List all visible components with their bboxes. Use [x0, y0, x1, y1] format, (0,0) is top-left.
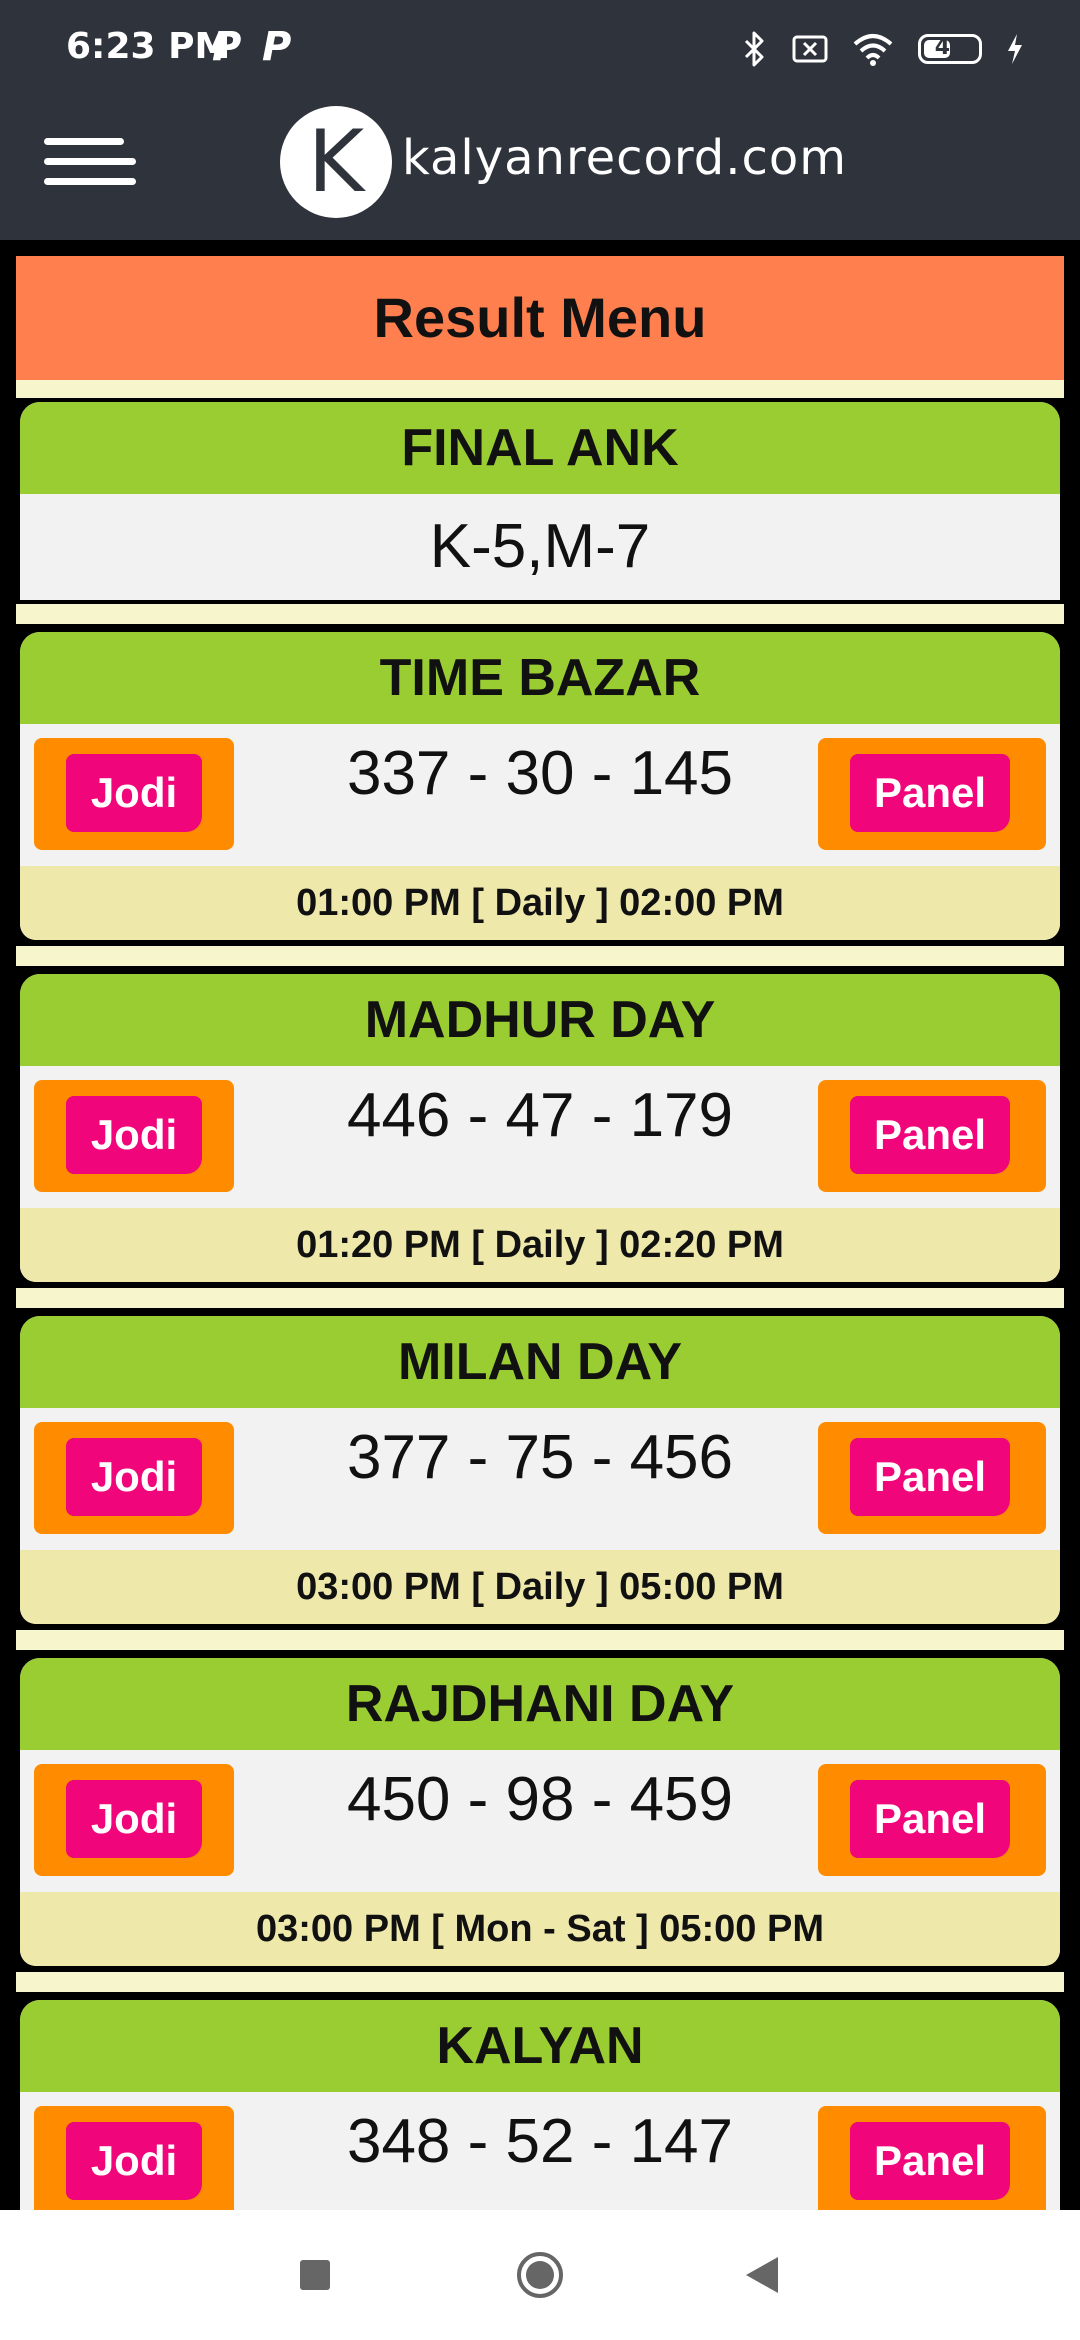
market-name: TIME BAZAR — [20, 632, 1060, 724]
result-menu-title: Result Menu — [16, 256, 1064, 380]
market-name: KALYAN — [20, 2000, 1060, 2092]
app-header: K kalyanrecord.com — [0, 96, 1080, 240]
divider — [16, 604, 1064, 624]
system-nav-bar — [0, 2210, 1080, 2340]
panel-button-frame[interactable]: Panel — [818, 1080, 1046, 1192]
notification-p-icon: P — [212, 24, 242, 70]
panel-button-frame[interactable]: Panel — [818, 1764, 1046, 1876]
final-ank-title: FINAL ANK — [20, 402, 1060, 494]
notification-p-icon: P — [262, 24, 292, 70]
back-icon[interactable] — [742, 2254, 782, 2296]
menu-icon[interactable] — [44, 134, 136, 190]
divider — [16, 1972, 1064, 1992]
final-ank-value: K-5,M-7 — [20, 494, 1060, 600]
panel-button[interactable]: Panel — [850, 1096, 1010, 1174]
home-icon[interactable] — [515, 2250, 565, 2300]
panel-button-frame[interactable]: Panel — [818, 2106, 1046, 2210]
no-sim-icon — [792, 35, 828, 63]
bluetooth-icon — [744, 31, 764, 67]
market-timing: 03:00 PM [ Mon - Sat ] 05:00 PM — [20, 1892, 1060, 1966]
battery-icon: 47 — [918, 34, 982, 64]
market-timing: 03:00 PM [ Daily ] 05:00 PM — [20, 1550, 1060, 1624]
market-name: RAJDHANI DAY — [20, 1658, 1060, 1750]
panel-button-frame[interactable]: Panel — [818, 738, 1046, 850]
panel-button[interactable]: Panel — [850, 754, 1010, 832]
divider — [16, 380, 1064, 398]
status-time: 6:23 PM — [66, 26, 231, 67]
status-bar: 6:23 PM P P 47 — [0, 0, 1080, 96]
recent-apps-icon[interactable] — [300, 2260, 330, 2290]
panel-button[interactable]: Panel — [850, 1780, 1010, 1858]
panel-button[interactable]: Panel — [850, 2122, 1010, 2200]
market-name: MADHUR DAY — [20, 974, 1060, 1066]
charging-icon — [1008, 34, 1022, 64]
market-card: RAJDHANI DAY Jodi 450 - 98 - 459 Panel 0… — [20, 1658, 1060, 1966]
divider — [16, 1630, 1064, 1650]
panel-button-frame[interactable]: Panel — [818, 1422, 1046, 1534]
main-content: Result Menu FINAL ANK K-5,M-7 TIME BAZAR… — [0, 240, 1080, 2210]
panel-button[interactable]: Panel — [850, 1438, 1010, 1516]
wifi-icon — [853, 34, 893, 66]
market-card: KALYAN Jodi 348 - 52 - 147 Panel — [20, 2000, 1060, 2210]
site-logo[interactable]: K — [280, 106, 392, 218]
status-icons: 47 — [742, 26, 1024, 72]
divider — [16, 946, 1064, 966]
market-card: MADHUR DAY Jodi 446 - 47 - 179 Panel 01:… — [20, 974, 1060, 1282]
battery-level: 47 — [934, 35, 966, 60]
market-name: MILAN DAY — [20, 1316, 1060, 1408]
final-ank-card: FINAL ANK K-5,M-7 — [20, 402, 1060, 600]
market-card: TIME BAZAR Jodi 337 - 30 - 145 Panel 01:… — [20, 632, 1060, 940]
divider — [16, 1288, 1064, 1308]
site-name[interactable]: kalyanrecord.com — [402, 130, 847, 186]
market-card: MILAN DAY Jodi 377 - 75 - 456 Panel 03:0… — [20, 1316, 1060, 1624]
market-timing: 01:00 PM [ Daily ] 02:00 PM — [20, 866, 1060, 940]
market-timing: 01:20 PM [ Daily ] 02:20 PM — [20, 1208, 1060, 1282]
